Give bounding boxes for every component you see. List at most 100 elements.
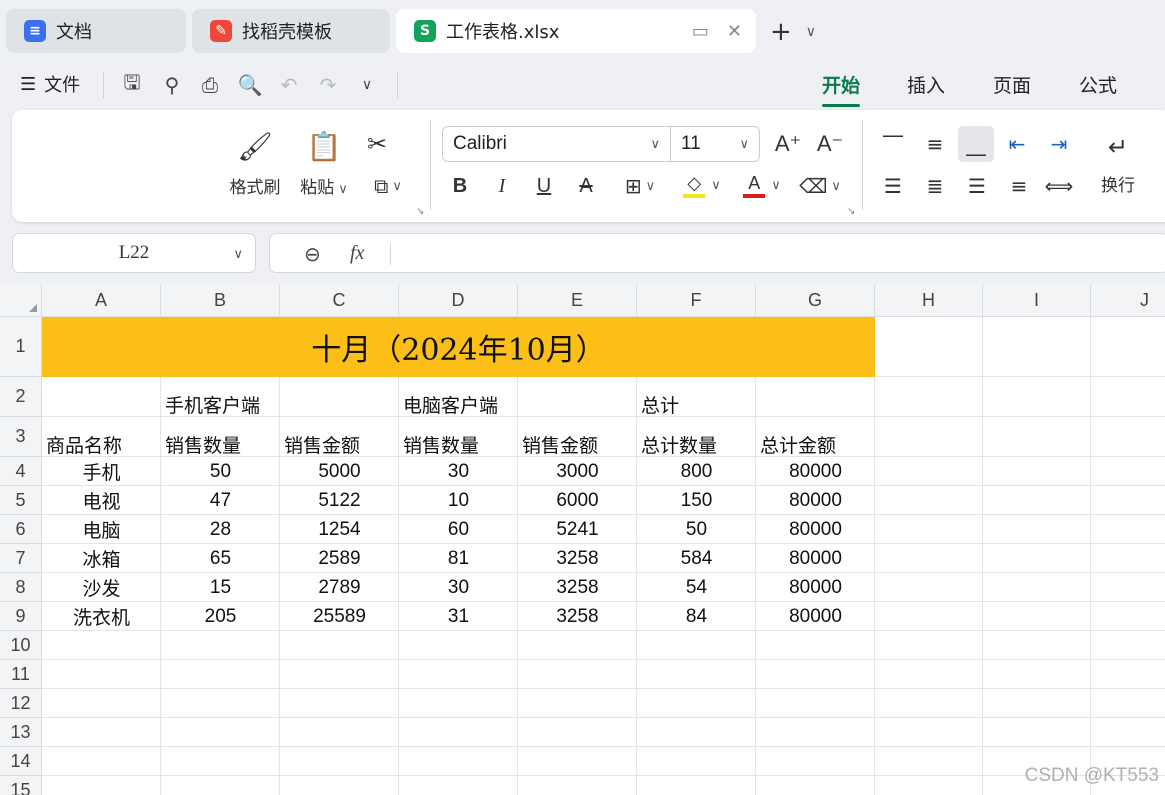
- align-middle-icon[interactable]: ≡: [920, 128, 950, 160]
- column-header-b[interactable]: B: [161, 284, 280, 317]
- row-header-6[interactable]: 6: [0, 515, 42, 544]
- data-cell[interactable]: 5000: [280, 457, 399, 486]
- row-header-1[interactable]: 1: [0, 317, 42, 377]
- align-center-icon[interactable]: ≣: [920, 170, 950, 202]
- data-cell[interactable]: 电视: [42, 486, 161, 515]
- name-box[interactable]: L22 ∨: [12, 233, 256, 273]
- zoom-icon[interactable]: ⊖: [304, 242, 321, 266]
- data-cell[interactable]: 80000: [756, 457, 875, 486]
- tab-docs[interactable]: ≡ 文档: [6, 9, 186, 53]
- header-cell[interactable]: 商品名称: [42, 417, 161, 457]
- row-header-2[interactable]: 2: [0, 377, 42, 417]
- data-cell[interactable]: 30: [399, 573, 518, 602]
- row-header-5[interactable]: 5: [0, 486, 42, 515]
- data-cell[interactable]: 150: [637, 486, 756, 515]
- data-cell[interactable]: 1254: [280, 515, 399, 544]
- close-icon[interactable]: ✕: [727, 21, 742, 42]
- copy-button[interactable]: ⧉ ∨: [364, 170, 412, 202]
- header-cell[interactable]: 销售金额: [280, 417, 399, 457]
- row-header-8[interactable]: 8: [0, 573, 42, 602]
- data-cell[interactable]: 80000: [756, 544, 875, 573]
- formula-bar[interactable]: ⊖ fx: [269, 233, 1165, 273]
- header-cell[interactable]: 销售金额: [518, 417, 637, 457]
- data-cell[interactable]: 60: [399, 515, 518, 544]
- data-cell[interactable]: 6000: [518, 486, 637, 515]
- row-header-11[interactable]: 11: [0, 660, 42, 689]
- data-cell[interactable]: 洗衣机: [42, 602, 161, 631]
- increase-indent-icon[interactable]: ⇥: [1044, 128, 1074, 160]
- file-menu[interactable]: ☰ 文件: [20, 71, 80, 97]
- expand-icon[interactable]: ↘: [847, 206, 855, 217]
- align-top-icon[interactable]: ⎺: [878, 128, 908, 160]
- row-header-4[interactable]: 4: [0, 457, 42, 486]
- save-icon[interactable]: 🖫: [117, 70, 147, 100]
- format-painter-button[interactable]: 🖌 格式刷: [220, 124, 290, 204]
- strikethrough-icon[interactable]: A: [572, 170, 600, 202]
- new-tab-button[interactable]: + ∨: [770, 17, 816, 47]
- column-header-i[interactable]: I: [983, 284, 1091, 317]
- data-cell[interactable]: 5122: [280, 486, 399, 515]
- sheet-title-cell[interactable]: 十月（2024年10月）: [42, 317, 875, 377]
- align-right-icon[interactable]: ☰: [962, 170, 992, 202]
- font-color-button[interactable]: A ∨: [736, 168, 788, 202]
- expand-icon[interactable]: ↘: [416, 206, 424, 217]
- window-icon[interactable]: ▭: [692, 21, 709, 42]
- row-header-7[interactable]: 7: [0, 544, 42, 573]
- tab-home[interactable]: 开始: [822, 71, 861, 107]
- paste-button[interactable]: 📋 粘贴 ∨: [294, 124, 354, 204]
- row-header-10[interactable]: 10: [0, 631, 42, 660]
- column-header-e[interactable]: E: [518, 284, 637, 317]
- column-header-g[interactable]: G: [756, 284, 875, 317]
- column-header-h[interactable]: H: [875, 284, 983, 317]
- data-cell[interactable]: 3000: [518, 457, 637, 486]
- group-header-total[interactable]: 总计: [637, 377, 875, 417]
- data-cell[interactable]: 3258: [518, 544, 637, 573]
- chevron-down-icon[interactable]: ∨: [352, 70, 382, 100]
- data-cell[interactable]: 30: [399, 457, 518, 486]
- column-header-j[interactable]: J: [1091, 284, 1165, 317]
- column-header-f[interactable]: F: [637, 284, 756, 317]
- data-cell[interactable]: 3258: [518, 573, 637, 602]
- data-cell[interactable]: 47: [161, 486, 280, 515]
- row-header-14[interactable]: 14: [0, 747, 42, 776]
- fx-icon[interactable]: fx: [350, 242, 364, 265]
- increase-font-icon[interactable]: A⁺: [772, 128, 804, 160]
- data-cell[interactable]: 5241: [518, 515, 637, 544]
- print-icon[interactable]: ⎙: [195, 70, 225, 100]
- data-cell[interactable]: 25589: [280, 602, 399, 631]
- group-header-pc[interactable]: 电脑客户端: [399, 377, 637, 417]
- spreadsheet-grid[interactable]: A B C D E F G H I J 1 2 3 4 5 6 7 8 9 10…: [0, 284, 1165, 795]
- underline-icon[interactable]: U: [530, 170, 558, 202]
- data-cell[interactable]: 205: [161, 602, 280, 631]
- decrease-font-icon[interactable]: A⁻: [814, 128, 846, 160]
- wrap-text-button[interactable]: ↵ 换行: [1088, 124, 1148, 204]
- data-cell[interactable]: 81: [399, 544, 518, 573]
- group-header-mobile[interactable]: 手机客户端: [161, 377, 399, 417]
- data-cell[interactable]: 80000: [756, 602, 875, 631]
- data-cell[interactable]: 2589: [280, 544, 399, 573]
- data-cell[interactable]: 84: [637, 602, 756, 631]
- tab-formula[interactable]: 公式: [1079, 71, 1117, 98]
- header-cell[interactable]: 总计金额: [756, 417, 875, 457]
- tab-docer[interactable]: ✎ 找稻壳模板: [192, 9, 390, 53]
- undo-icon[interactable]: ↶: [274, 70, 304, 100]
- border-button[interactable]: ⊞ ∨: [616, 170, 664, 202]
- print-preview-icon[interactable]: 🔍: [235, 70, 265, 100]
- distribute-icon[interactable]: ⟺: [1044, 170, 1074, 202]
- column-header-c[interactable]: C: [280, 284, 399, 317]
- data-cell[interactable]: 15: [161, 573, 280, 602]
- scissors-icon[interactable]: ✂: [360, 128, 394, 160]
- data-cell[interactable]: 65: [161, 544, 280, 573]
- column-header-d[interactable]: D: [399, 284, 518, 317]
- italic-icon[interactable]: I: [488, 170, 516, 202]
- align-left-icon[interactable]: ☰: [878, 170, 908, 202]
- fill-color-button[interactable]: ◇ ∨: [676, 168, 728, 202]
- data-cell[interactable]: 28: [161, 515, 280, 544]
- data-cell[interactable]: 50: [637, 515, 756, 544]
- data-cell[interactable]: 80000: [756, 573, 875, 602]
- select-all-corner[interactable]: [0, 284, 42, 317]
- data-cell[interactable]: 54: [637, 573, 756, 602]
- redo-icon[interactable]: ↷: [313, 70, 343, 100]
- decrease-indent-icon[interactable]: ⇤: [1002, 128, 1032, 160]
- data-cell[interactable]: 31: [399, 602, 518, 631]
